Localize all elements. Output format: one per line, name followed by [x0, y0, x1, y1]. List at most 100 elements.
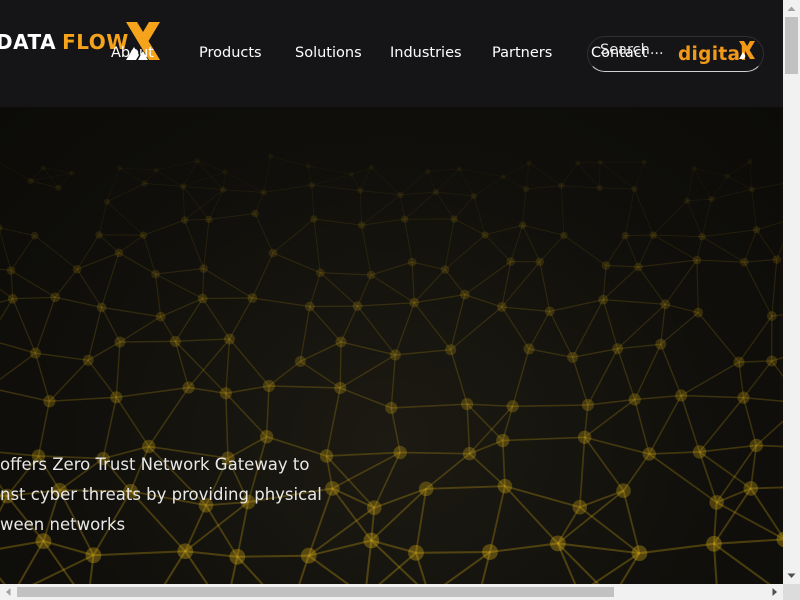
network-link	[35, 352, 89, 361]
network-node	[496, 302, 507, 312]
network-link	[427, 171, 437, 193]
network-node	[724, 173, 730, 179]
network-node	[259, 430, 274, 444]
network-link	[390, 407, 401, 453]
dataflow-logo[interactable]: DATA FLOW	[0, 22, 160, 62]
network-link	[561, 185, 600, 189]
scroll-left-arrow-icon[interactable]	[0, 584, 17, 600]
network-node	[316, 268, 325, 277]
network-node	[334, 381, 347, 395]
nav-item-industries[interactable]: Industries	[390, 44, 462, 62]
network-link	[311, 184, 361, 191]
network-node	[459, 289, 470, 300]
network-link	[414, 294, 465, 304]
network-node	[305, 163, 311, 169]
scroll-right-arrow-icon[interactable]	[766, 584, 783, 600]
network-link	[202, 298, 231, 340]
network-link	[154, 274, 162, 317]
network-node	[445, 344, 457, 356]
network-node	[117, 165, 123, 171]
network-link	[118, 234, 144, 254]
network-node	[27, 177, 34, 184]
scroll-up-arrow-icon[interactable]	[783, 0, 800, 17]
network-link	[229, 297, 253, 340]
network-link	[653, 234, 703, 238]
network-link	[34, 297, 56, 354]
network-node	[199, 264, 208, 273]
network-link	[54, 268, 78, 298]
network-link	[501, 306, 530, 350]
network-link	[510, 225, 524, 262]
network-link	[577, 161, 601, 164]
nav-item-about[interactable]: About	[111, 44, 154, 62]
network-link	[10, 270, 56, 298]
network-link	[602, 299, 619, 349]
network-link	[356, 274, 372, 307]
nav-item-solutions[interactable]: Solutions	[295, 44, 362, 62]
digital-partner-logo[interactable]: digital	[678, 41, 755, 66]
browser-viewport: DATA FLOW About Products Solutions Indust…	[0, 0, 800, 600]
network-node	[197, 293, 208, 304]
network-link	[602, 265, 607, 300]
horizontal-scroll-thumb[interactable]	[17, 587, 614, 597]
network-link	[727, 161, 751, 177]
network-link	[156, 160, 198, 171]
network-node	[691, 165, 697, 171]
network-node	[549, 535, 566, 552]
network-link	[473, 176, 504, 197]
network-node	[544, 306, 555, 317]
network-node	[461, 397, 474, 411]
network-node	[40, 165, 46, 171]
network-link	[115, 396, 150, 447]
network-link	[743, 229, 757, 263]
horizontal-scrollbar[interactable]	[0, 584, 783, 600]
network-link	[115, 341, 121, 398]
network-link	[696, 259, 745, 263]
network-node	[260, 189, 267, 196]
network-link	[742, 360, 773, 399]
network-link	[637, 234, 654, 268]
network-node	[385, 401, 398, 415]
network-link	[202, 297, 253, 300]
network-link	[444, 219, 455, 270]
network-link	[696, 260, 699, 313]
network-node	[50, 292, 61, 303]
scroll-down-arrow-icon[interactable]	[783, 567, 800, 584]
network-link	[361, 225, 372, 276]
network-link	[652, 200, 688, 236]
vertical-scroll-thumb[interactable]	[785, 17, 798, 74]
network-link	[308, 165, 352, 175]
network-link	[325, 387, 341, 457]
network-node	[575, 160, 581, 166]
network-link	[638, 259, 697, 268]
network-link	[503, 176, 527, 190]
network-link	[101, 306, 161, 318]
network-node	[748, 186, 755, 193]
network-link	[603, 299, 666, 305]
network-link	[484, 224, 523, 236]
network-node	[308, 182, 315, 189]
network-node	[749, 438, 764, 453]
network-node	[205, 215, 213, 224]
network-node	[631, 545, 648, 562]
network-link	[698, 397, 745, 453]
network-link	[504, 485, 559, 545]
network-node	[601, 261, 611, 270]
network-node	[294, 355, 306, 367]
network-link	[435, 168, 460, 193]
network-node	[114, 248, 124, 258]
network-link	[539, 235, 565, 263]
nav-item-products[interactable]: Products	[199, 44, 262, 62]
network-link	[76, 234, 100, 270]
nav-item-partners[interactable]: Partners	[492, 44, 552, 62]
network-node	[616, 483, 631, 499]
network-link	[664, 259, 698, 305]
network-link	[702, 229, 757, 238]
network-node	[733, 356, 745, 368]
network-link	[98, 201, 108, 235]
network-link	[693, 168, 728, 177]
network-node	[110, 391, 123, 404]
vertical-scrollbar[interactable]	[783, 0, 800, 584]
hero-description: offers Zero Trust Network Gateway to nst…	[0, 450, 360, 540]
network-node	[692, 255, 702, 265]
